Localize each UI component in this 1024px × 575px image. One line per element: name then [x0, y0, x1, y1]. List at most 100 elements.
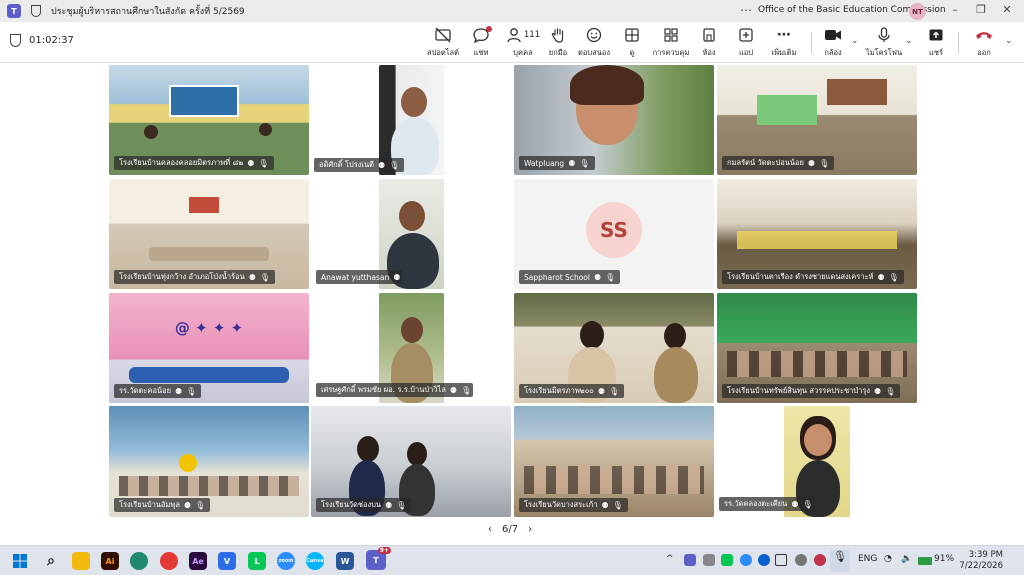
mic-muted-icon: 🎙 — [605, 272, 616, 282]
windows-taskbar: ⌕ Ai Ae V L zoom Canva W T 9+ ^ 🎙 ENG ◔ … — [0, 545, 1024, 575]
teams-notification-badge: 9+ — [377, 547, 391, 554]
account-avatar[interactable]: NT — [909, 3, 926, 20]
next-page-chevron-icon[interactable]: › — [528, 524, 532, 535]
video-tile[interactable]: SS Sappharot School ⚉ 🎙 — [514, 179, 714, 289]
windows-start-icon[interactable] — [11, 552, 29, 570]
mic-options-chevron-icon[interactable]: ⌄ — [905, 36, 913, 46]
video-tile-label-area: Anawat yutthasan⚉🎙 — [316, 269, 406, 284]
leave-options-chevron-icon[interactable]: ⌄ — [1005, 36, 1013, 46]
line-icon[interactable]: L — [248, 552, 266, 570]
mic-button[interactable]: ไมโครโฟน — [860, 26, 908, 60]
close-icon[interactable]: ✕ — [999, 3, 1015, 16]
plus-square-icon — [738, 26, 754, 44]
participant-label: โรงเรียนมิตรภาพ๒๐๐ ⚉ 🎙 — [519, 384, 625, 398]
video-tile-label-area: อดิศักดิ์ โปรงเนตี ⚉ 🎙 — [314, 157, 424, 172]
volume-icon[interactable]: 🔈 — [901, 554, 912, 564]
bluetooth-icon[interactable] — [758, 554, 770, 566]
camera-button[interactable]: กล้อง — [810, 26, 856, 60]
file-explorer-icon[interactable] — [72, 552, 90, 570]
video-tile[interactable]: โรงเรียนบ้านอัมพุล ⚉ 🎙 — [109, 406, 309, 517]
search-icon[interactable]: ⌕ — [42, 552, 60, 570]
participant-label: โรงเรียนบ้านทุ่งกว้าง อำเภอโป่งน้ำร้อน ⚉ 🎙 — [114, 270, 276, 284]
teams-app-icon: T — [7, 4, 21, 18]
spotlight-off-icon — [434, 26, 452, 44]
video-tile[interactable]: @ ✦ ✦ ✦ รร.วัดตะคอน้อย ⚉ 🎙 — [109, 293, 309, 403]
wifi-icon[interactable]: ◔ — [884, 554, 892, 564]
after-effects-icon[interactable]: Ae — [189, 552, 207, 570]
tray-app-icon[interactable] — [703, 554, 715, 566]
participant-label: โรงเรียนบ้านคลองคลอยมิตรภาพที่ ๘๒ ⚉ 🎙 — [114, 156, 274, 170]
group-icon: ⚉ — [248, 272, 256, 282]
video-tile[interactable]: โรงเรียนมิตรภาพ๒๐๐ ⚉ 🎙 — [514, 293, 714, 403]
camera-options-chevron-icon[interactable]: ⌄ — [851, 36, 859, 46]
video-tile[interactable]: โรงเรียนบ้านตาเรือง ดำรงชายแดนสงเคราะห์ ⚉… — [717, 179, 917, 289]
mic-muted-icon: 🎙 — [885, 386, 896, 396]
chat-label: แชท — [473, 48, 489, 57]
language-indicator[interactable]: ENG — [858, 554, 877, 564]
meeting-timer: 01:02:37 — [10, 34, 74, 47]
mic-muted-icon: 🎙 — [609, 386, 620, 396]
minimize-icon[interactable]: – — [947, 3, 963, 16]
v-app-icon[interactable]: V — [218, 552, 236, 570]
video-tile[interactable]: โรงเรียนบ้านทุ่งกว้าง อำเภอโป่งน้ำร้อน ⚉ 🎙 — [109, 179, 309, 289]
battery-icon[interactable] — [918, 557, 932, 565]
group-icon: ⚉ — [183, 500, 192, 510]
participant-label: เศรษฐศักดิ์ พรมชัย ผอ. ร.ร.บ้านป่าวิไล ⚉ 🎙 — [316, 383, 474, 397]
participant-label: โรงเรียนวัดช่องบน ⚉ 🎙 — [316, 498, 412, 512]
edge-icon[interactable] — [130, 552, 148, 570]
security-icon[interactable] — [795, 554, 807, 566]
participant-label: รร.วัดตะคอน้อย ⚉ 🎙 — [114, 384, 202, 398]
rooms-icon — [663, 26, 679, 44]
display-icon[interactable] — [775, 554, 787, 566]
canva-icon[interactable]: Canva — [306, 552, 324, 570]
group-icon: ⚉ — [568, 158, 576, 168]
zoom-icon[interactable]: zoom — [277, 552, 295, 570]
video-tile[interactable]: โรงเรียนวัดช่องบน ⚉ 🎙 — [311, 406, 511, 517]
teams-tray-icon[interactable] — [684, 554, 696, 566]
share-button[interactable]: แชร์ — [913, 26, 959, 60]
more-icon: ⋯ — [777, 27, 791, 43]
participant-label: รร.วัดคลองตะเคียน ⚉ 🎙 — [719, 497, 815, 511]
more-label: เพิ่มเติม — [771, 48, 797, 57]
system-clock[interactable]: 3:39 PM 7/22/2026 — [957, 550, 1003, 572]
video-tile-label-area: รร.วัดคลองตะเคียน ⚉ 🎙 — [719, 496, 819, 511]
illustrator-icon[interactable]: Ai — [101, 552, 119, 570]
mic-icon — [877, 26, 891, 44]
chrome-icon[interactable] — [160, 552, 178, 570]
video-tile[interactable]: โรงเรียนบ้านคลองคลอยมิตรภาพที่ ๘๒ ⚉ 🎙 — [109, 65, 309, 175]
group-icon: ⚉ — [877, 272, 885, 282]
video-tile[interactable]: Watpluang ⚉ 🎙 — [514, 65, 714, 175]
restore-icon[interactable]: ❐ — [973, 3, 989, 16]
leave-button[interactable]: ออก — [961, 26, 1007, 60]
video-tile-label-area: เศรษฐศักดิ์ พรมชัย ผอ. ร.ร.บ้านป่าวิไล ⚉ 🎙 — [316, 382, 480, 397]
mic-muted-icon: 🎙 — [819, 158, 830, 168]
video-tile[interactable]: โรงเรียนวัดบางสระเก้า ⚉ 🎙 — [514, 406, 714, 517]
group-icon: ⚉ — [449, 385, 458, 395]
group-icon: ⚉ — [807, 158, 816, 168]
clock-time: 3:39 PM — [968, 550, 1003, 560]
video-tile[interactable]: กมลรัตน์ วัดตะปอนน้อย ⚉ 🎙 — [717, 65, 917, 175]
participant-avatar: SS — [586, 202, 642, 258]
line-tray-icon[interactable] — [721, 554, 733, 566]
group-icon: ⚉ — [174, 386, 183, 396]
teams-taskbar-icon[interactable]: T 9+ — [366, 547, 391, 570]
mic-muted-icon: 🎙 — [579, 158, 590, 168]
mic-tray-icon[interactable]: 🎙 — [830, 550, 850, 572]
video-tile[interactable]: โรงเรียนบ้านทรัพย์สินทุน สวรรคประชาบำรุง… — [717, 293, 917, 403]
spotlight-label: สปอตไลต์ — [427, 48, 459, 57]
word-icon[interactable]: W — [336, 552, 354, 570]
react-label: ตอบสนอง — [577, 48, 610, 57]
prev-page-chevron-icon[interactable]: ‹ — [488, 524, 492, 535]
more-button[interactable]: ⋯ เพิ่มเติม — [761, 26, 807, 60]
room-icon — [701, 26, 717, 44]
zoom-tray-icon[interactable] — [740, 554, 752, 566]
record-icon[interactable] — [814, 554, 826, 566]
more-options-icon[interactable]: ⋯ — [740, 3, 752, 17]
chevron-up-icon[interactable]: ^ — [666, 554, 674, 564]
mic-muted-icon: 🎙 — [888, 272, 899, 282]
title-bar: T ประชุมผู้บริหารสถานศึกษาในสังกัด ครั้ง… — [0, 0, 1024, 22]
hand-icon — [550, 26, 566, 44]
clock-date: 7/22/2026 — [959, 561, 1003, 571]
window-title: ประชุมผู้บริหารสถานศึกษาในสังกัด ครั้งที… — [51, 7, 245, 17]
chat-badge — [486, 26, 492, 32]
